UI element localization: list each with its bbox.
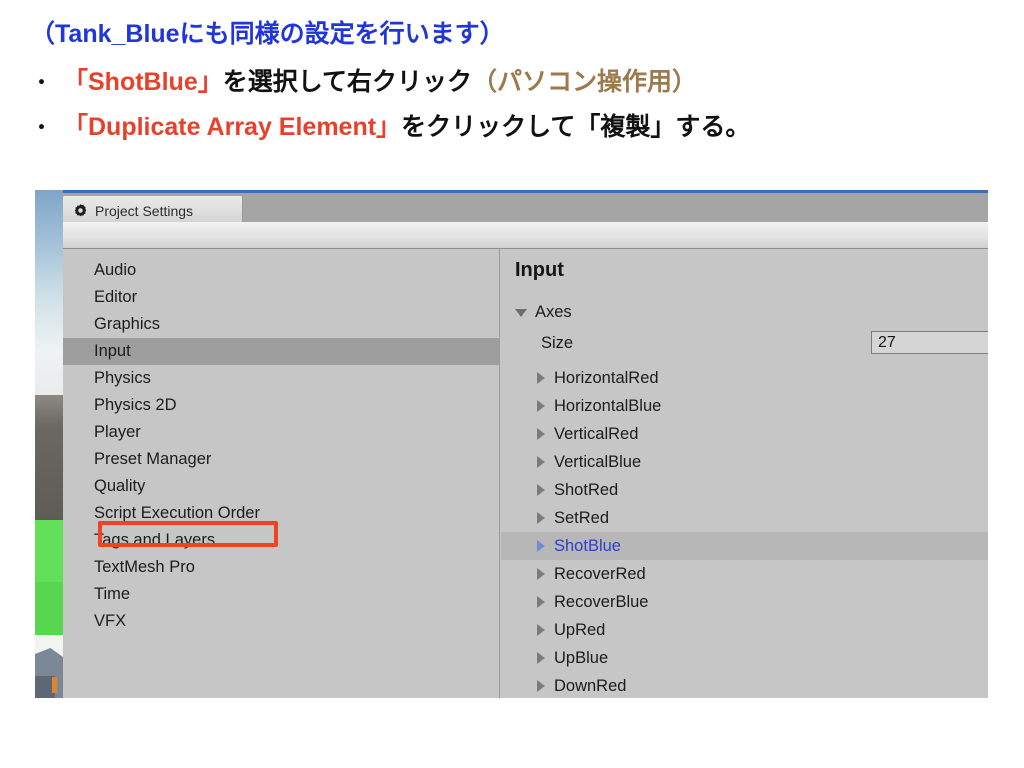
- settings-item-time[interactable]: Time: [63, 581, 499, 608]
- bullet-3-red-segment: 「Duplicate Array Element」: [63, 113, 402, 141]
- triangle-right-icon[interactable]: [537, 568, 545, 580]
- axis-item-setred[interactable]: SetRed: [501, 504, 988, 532]
- axis-item-recoverred[interactable]: RecoverRed: [501, 560, 988, 588]
- tab-project-settings[interactable]: Project Settings: [63, 196, 243, 225]
- axis-item-label: RecoverRed: [554, 564, 646, 583]
- axes-item-list: HorizontalRed HorizontalBlue VerticalRed Ve…: [501, 364, 988, 698]
- input-settings-panel: Input Axes Size 27 HorizontalRed Horizont…: [501, 249, 988, 698]
- axis-item-label: UpBlue: [554, 648, 609, 667]
- settings-item-textmesh-pro[interactable]: TextMesh Pro: [63, 554, 499, 581]
- settings-item-physics-2d[interactable]: Physics 2D: [63, 392, 499, 419]
- slide-root: （Tank_Blueにも同様の設定を行います） ・ 「ShotBlue」 を選択…: [0, 0, 1024, 768]
- triangle-right-icon[interactable]: [537, 372, 545, 384]
- axis-item-verticalred[interactable]: VerticalRed: [501, 420, 988, 448]
- size-label: Size: [541, 334, 574, 352]
- axis-item-shotblue[interactable]: ShotBlue: [501, 532, 988, 560]
- tab-label: Project Settings: [95, 202, 194, 219]
- axis-item-upblue[interactable]: UpBlue: [501, 644, 988, 672]
- bullet-line-3: ・ 「Duplicate Array Element」 をクリックして「複製」す…: [30, 107, 750, 143]
- axis-item-upred[interactable]: UpRed: [501, 616, 988, 644]
- settings-item-label: Quality: [94, 477, 146, 495]
- axis-item-shotred[interactable]: ShotRed: [501, 476, 988, 504]
- settings-toolbar: [63, 222, 988, 249]
- settings-item-label: Player: [94, 423, 141, 441]
- axis-item-label: DownRed: [554, 676, 627, 695]
- settings-item-player[interactable]: Player: [63, 419, 499, 446]
- axis-item-label: ShotBlue: [554, 536, 621, 555]
- triangle-right-icon[interactable]: [537, 540, 545, 552]
- triangle-right-icon[interactable]: [537, 512, 545, 524]
- scene-tank-stripe: [52, 677, 57, 693]
- axis-item-recoverblue[interactable]: RecoverBlue: [501, 588, 988, 616]
- settings-item-tags-and-layers[interactable]: Tags and Layers: [63, 527, 499, 554]
- settings-category-list[interactable]: Audio Editor Graphics Input Physics Physics 2…: [63, 249, 500, 698]
- settings-item-preset-manager[interactable]: Preset Manager: [63, 446, 499, 473]
- bullet-marker-icon: ・: [30, 69, 53, 95]
- triangle-right-icon[interactable]: [537, 428, 545, 440]
- axis-item-label: HorizontalBlue: [554, 396, 662, 415]
- axis-item-downred[interactable]: DownRed: [501, 672, 988, 698]
- axes-foldout[interactable]: Axes: [515, 303, 572, 322]
- scene-sky: [35, 190, 63, 395]
- settings-item-label: Editor: [94, 288, 138, 306]
- axis-item-label: VerticalRed: [554, 424, 639, 443]
- settings-item-label: Input: [94, 342, 131, 360]
- axes-size-row: Size 27: [541, 331, 988, 355]
- axis-item-label: HorizontalRed: [554, 368, 659, 387]
- page-title: Input: [515, 259, 564, 281]
- settings-item-label: Graphics: [94, 315, 161, 333]
- bullet-2-black-segment: を選択して右クリック: [222, 68, 472, 96]
- settings-item-label: Physics 2D: [94, 396, 177, 414]
- settings-body: Audio Editor Graphics Input Physics Physics 2…: [63, 249, 988, 698]
- scene-view-strip: [35, 190, 63, 698]
- triangle-right-icon[interactable]: [537, 624, 545, 636]
- axis-item-verticalblue[interactable]: VerticalBlue: [501, 448, 988, 476]
- settings-item-script-execution-order[interactable]: Script Execution Order: [63, 500, 499, 527]
- settings-item-label: Time: [94, 585, 131, 603]
- settings-item-label: Tags and Layers: [94, 531, 216, 549]
- tab-strip: Project Settings: [63, 190, 988, 225]
- unity-editor-window: Project Settings Audio Editor Graphics Inpu…: [35, 190, 988, 698]
- settings-item-editor[interactable]: Editor: [63, 284, 499, 311]
- bullet-3-black-segment: をクリックして「複製」する。: [401, 113, 751, 141]
- settings-item-quality[interactable]: Quality: [63, 473, 499, 500]
- triangle-down-icon[interactable]: [515, 308, 527, 317]
- axis-item-label: RecoverBlue: [554, 592, 649, 611]
- settings-item-label: VFX: [94, 612, 127, 630]
- triangle-right-icon[interactable]: [537, 680, 545, 692]
- axis-item-horizontalblue[interactable]: HorizontalBlue: [501, 392, 988, 420]
- settings-item-graphics[interactable]: Graphics: [63, 311, 499, 338]
- gear-icon: [73, 203, 88, 218]
- triangle-right-icon[interactable]: [537, 484, 545, 496]
- heading-line-1: （Tank_Blueにも同様の設定を行います）: [30, 20, 505, 48]
- axis-item-label: SetRed: [554, 508, 610, 527]
- axis-item-label: ShotRed: [554, 480, 619, 499]
- triangle-right-icon[interactable]: [537, 400, 545, 412]
- triangle-right-icon[interactable]: [537, 456, 545, 468]
- settings-item-label: Audio: [94, 261, 137, 279]
- axes-foldout-label: Axes: [535, 303, 572, 321]
- axis-item-label: UpRed: [554, 620, 606, 639]
- settings-item-physics[interactable]: Physics: [63, 365, 499, 392]
- bullet-line-2: ・ 「ShotBlue」 を選択して右クリック （パソコン操作用）: [30, 62, 697, 98]
- settings-item-label: Preset Manager: [94, 450, 212, 468]
- settings-item-vfx[interactable]: VFX: [63, 608, 499, 635]
- bullet-2-red-segment: 「ShotBlue」: [63, 68, 223, 96]
- axis-item-horizontalred[interactable]: HorizontalRed: [501, 364, 988, 392]
- scene-ground-lower: [35, 582, 63, 635]
- settings-item-label: Script Execution Order: [94, 504, 260, 522]
- bullet-2-brown-segment: （パソコン操作用）: [471, 68, 697, 96]
- triangle-right-icon[interactable]: [537, 596, 545, 608]
- axis-item-label: VerticalBlue: [554, 452, 642, 471]
- triangle-right-icon[interactable]: [537, 652, 545, 664]
- scene-wall: [35, 395, 63, 520]
- settings-item-label: TextMesh Pro: [94, 558, 195, 576]
- editor-chrome: Project Settings Audio Editor Graphics Inpu…: [63, 190, 988, 698]
- settings-item-input[interactable]: Input: [63, 338, 499, 365]
- settings-item-label: Physics: [94, 369, 151, 387]
- size-input[interactable]: 27: [871, 331, 988, 354]
- settings-item-audio[interactable]: Audio: [63, 257, 499, 284]
- bullet-marker-icon: ・: [30, 114, 53, 140]
